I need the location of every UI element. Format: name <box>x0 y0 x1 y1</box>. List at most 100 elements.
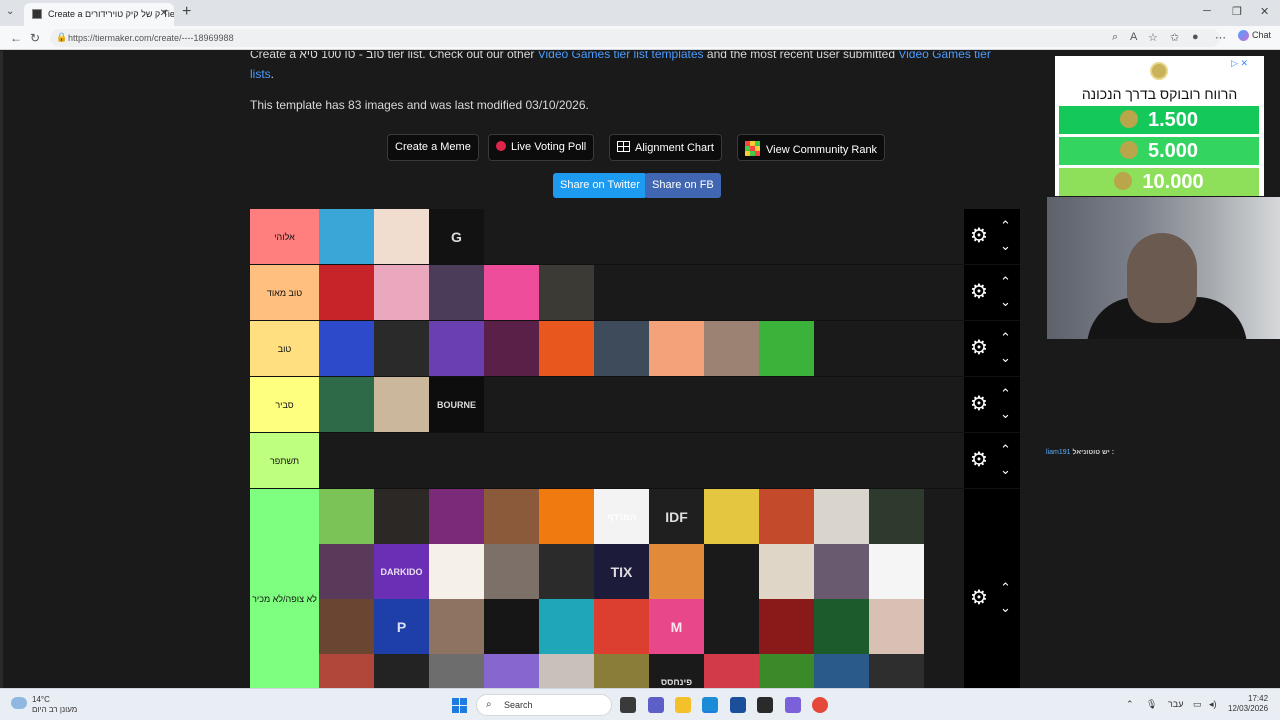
tier-label[interactable]: לא צופה/לא מכיר <box>250 489 319 688</box>
tier-image[interactable] <box>374 377 429 432</box>
tier-image[interactable] <box>484 265 539 320</box>
tier-image[interactable] <box>869 599 924 654</box>
tier-image[interactable] <box>869 654 924 688</box>
tier-image[interactable]: פינחסס <box>649 654 704 688</box>
chevron-down-icon[interactable]: ⌄ <box>1000 407 1011 420</box>
teams-icon[interactable] <box>648 697 664 713</box>
chrome-icon[interactable] <box>812 697 828 713</box>
tier-label[interactable]: טוב <box>250 321 319 376</box>
tier-image[interactable]: M <box>649 599 704 654</box>
tier-image[interactable] <box>759 599 814 654</box>
read-aloud-icon[interactable]: A <box>1130 31 1137 43</box>
tier-image[interactable] <box>484 321 539 376</box>
tier-image[interactable] <box>319 599 374 654</box>
tier-items[interactable]: BOURNE <box>319 377 964 432</box>
chevron-up-icon[interactable]: ⌃ <box>1000 443 1011 456</box>
live-voting-poll-button[interactable]: Live Voting Poll <box>488 134 595 161</box>
tier-image[interactable] <box>319 654 374 688</box>
tier-image[interactable] <box>869 489 924 544</box>
tier-image[interactable] <box>484 489 539 544</box>
chevron-up-icon[interactable]: ⌃ <box>1000 219 1011 232</box>
view-community-rank-button[interactable]: View Community Rank <box>737 134 886 161</box>
tier-image[interactable]: DARKIDO <box>374 544 429 599</box>
close-window-icon[interactable]: ✕ <box>1260 5 1269 18</box>
tier-image[interactable] <box>539 654 594 688</box>
chevron-down-icon[interactable]: ⌄ <box>1000 601 1011 614</box>
tier-image[interactable]: BOURNE <box>429 377 484 432</box>
tier-lists-link[interactable]: lists <box>250 67 271 81</box>
tier-image[interactable]: המרדף <box>594 489 649 544</box>
tier-items[interactable] <box>319 265 964 320</box>
tier-image[interactable] <box>704 654 759 688</box>
ad-row[interactable]: 1.500 <box>1059 106 1259 134</box>
system-clock[interactable]: 17:42 12/03/2026 <box>1228 694 1268 714</box>
tier-image[interactable] <box>814 599 869 654</box>
tier-image[interactable]: IDF <box>649 489 704 544</box>
tier-image[interactable] <box>759 654 814 688</box>
browser-tab[interactable]: Create a ק של קיק טוירידורים Tierliste ✕ <box>24 3 174 26</box>
ad-row[interactable]: 10.000 <box>1059 168 1259 196</box>
minimize-icon[interactable]: ─ <box>1203 5 1211 17</box>
tier-image[interactable] <box>539 544 594 599</box>
chevron-down-icon[interactable]: ⌄ <box>1000 239 1011 252</box>
tier-image[interactable] <box>319 321 374 376</box>
tier-items[interactable]: המרדף IDF DARKIDO TIX P M פינחסס <box>319 489 964 688</box>
tier-label[interactable]: סביר <box>250 377 319 432</box>
chevron-down-icon[interactable]: ⌄ <box>1000 351 1011 364</box>
tier-image[interactable] <box>484 544 539 599</box>
tier-image[interactable] <box>649 321 704 376</box>
profile-icon[interactable]: ● <box>1192 31 1199 43</box>
weather-widget[interactable]: 14°C מעונן רב היום <box>32 695 77 715</box>
tier-image[interactable] <box>759 321 814 376</box>
weather-icon[interactable] <box>11 697 27 709</box>
tier-image[interactable] <box>429 544 484 599</box>
tier-image[interactable] <box>704 489 759 544</box>
tier-image[interactable] <box>484 599 539 654</box>
tier-image[interactable] <box>759 489 814 544</box>
tier-image[interactable] <box>594 599 649 654</box>
tier-image[interactable] <box>594 654 649 688</box>
chevron-up-icon[interactable]: ⌃ <box>1000 581 1011 594</box>
tier-image[interactable] <box>704 544 759 599</box>
input-language[interactable]: עבר <box>1168 699 1183 709</box>
volume-icon[interactable]: ◂) <box>1209 699 1217 710</box>
tier-image[interactable] <box>374 265 429 320</box>
back-icon[interactable]: ← <box>10 31 22 45</box>
tier-image[interactable]: TIX <box>594 544 649 599</box>
task-view-icon[interactable] <box>620 697 636 713</box>
chevron-up-icon[interactable]: ⌃ <box>1000 275 1011 288</box>
gear-icon[interactable]: ⚙ <box>970 282 990 302</box>
tier-image[interactable] <box>429 265 484 320</box>
tier-image[interactable] <box>374 209 429 264</box>
obs-icon[interactable] <box>757 697 773 713</box>
discord-icon[interactable] <box>785 697 801 713</box>
tier-image[interactable] <box>539 489 594 544</box>
gear-icon[interactable]: ⚙ <box>970 588 990 608</box>
tier-image[interactable] <box>539 265 594 320</box>
tier-image[interactable] <box>759 544 814 599</box>
gear-icon[interactable]: ⚙ <box>970 394 990 414</box>
more-menu-icon[interactable]: ⋯ <box>1215 31 1226 44</box>
tier-image[interactable] <box>319 377 374 432</box>
tier-image[interactable] <box>814 544 869 599</box>
chevron-up-icon[interactable]: ⌃ <box>1000 331 1011 344</box>
share-fb-button[interactable]: Share on FB <box>645 173 721 198</box>
create-meme-button[interactable]: Create a Meme <box>387 134 479 161</box>
gear-icon[interactable]: ⚙ <box>970 226 990 246</box>
new-tab-button[interactable]: + <box>182 3 191 21</box>
video-games-templates-link[interactable]: Video Games tier list templates <box>538 51 704 61</box>
tier-image[interactable] <box>429 599 484 654</box>
tier-image[interactable]: P <box>374 599 429 654</box>
tier-image[interactable] <box>429 321 484 376</box>
gear-icon[interactable]: ⚙ <box>970 450 990 470</box>
tier-image[interactable] <box>869 544 924 599</box>
windows-start-icon[interactable] <box>452 698 467 713</box>
video-games-tier-link[interactable]: Video Games tier <box>898 51 991 61</box>
tier-image[interactable] <box>704 599 759 654</box>
chevron-down-icon[interactable]: ⌄ <box>1000 295 1011 308</box>
tier-image[interactable] <box>814 489 869 544</box>
tier-image[interactable] <box>374 321 429 376</box>
alignment-chart-button[interactable]: Alignment Chart <box>609 134 722 161</box>
tier-image[interactable] <box>594 321 649 376</box>
chevron-down-icon[interactable]: ⌄ <box>1000 463 1011 476</box>
